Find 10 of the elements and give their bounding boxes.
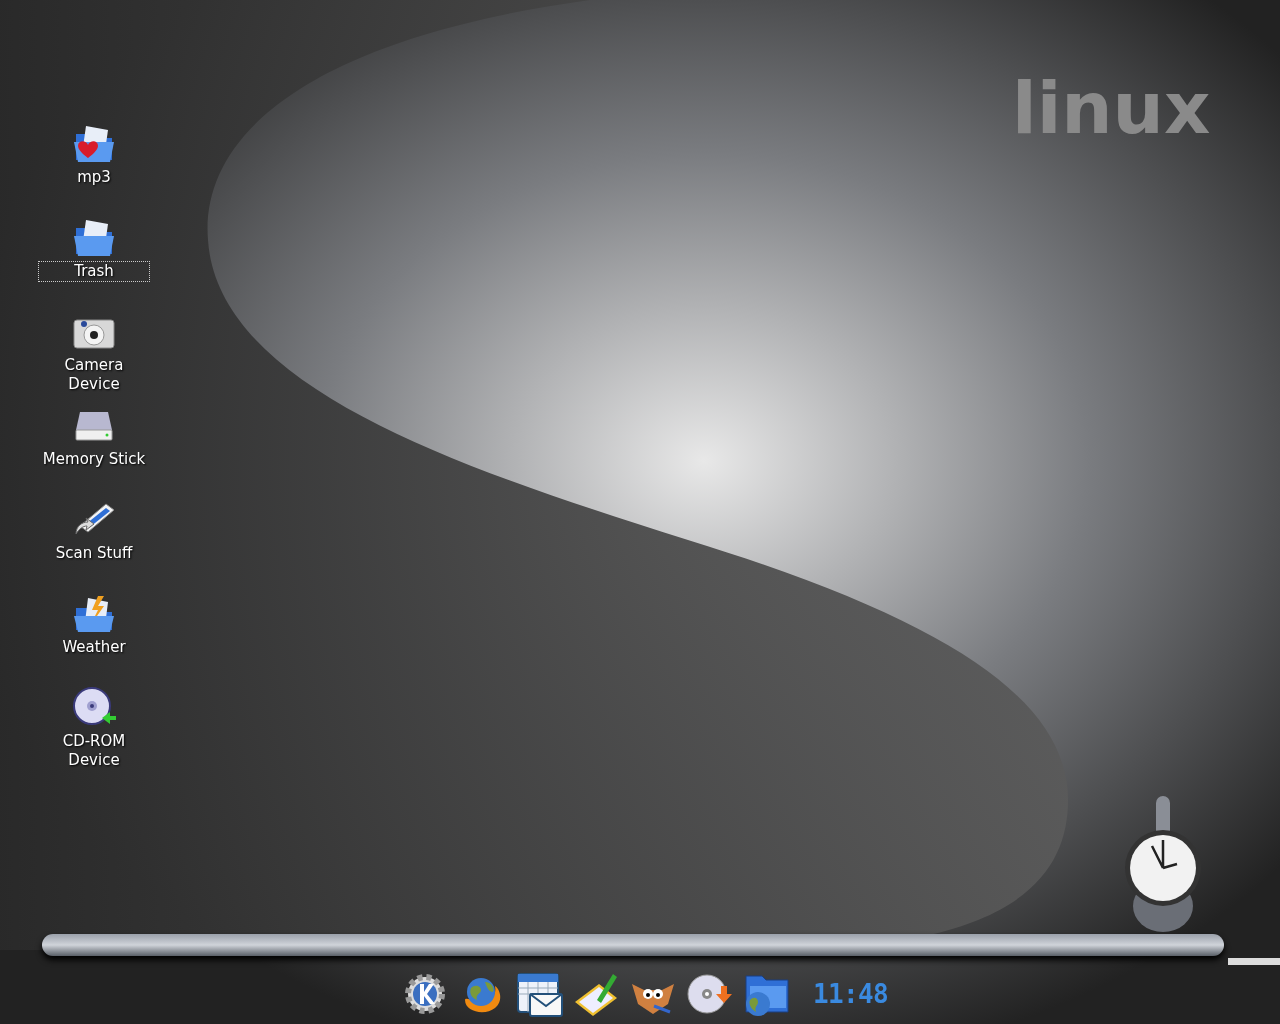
desktop-icon-label[interactable]: Weather bbox=[39, 638, 149, 657]
calendar-with-envelope-icon[interactable] bbox=[514, 970, 564, 1018]
desktop-icon-label[interactable]: Camera Device bbox=[39, 356, 149, 394]
desktop-icon-label[interactable]: Trash bbox=[39, 262, 149, 281]
desktop-icon-label[interactable]: Memory Stick bbox=[39, 450, 149, 469]
wallpaper-logo-text: linux bbox=[1012, 72, 1211, 144]
desktop-icon-label[interactable]: CD-ROM Device bbox=[39, 732, 149, 770]
screen-edge-strip bbox=[1228, 958, 1280, 965]
desktop-icon-label[interactable]: Scan Stuff bbox=[39, 544, 149, 563]
desktop-icon-label[interactable]: mp3 bbox=[39, 168, 149, 187]
